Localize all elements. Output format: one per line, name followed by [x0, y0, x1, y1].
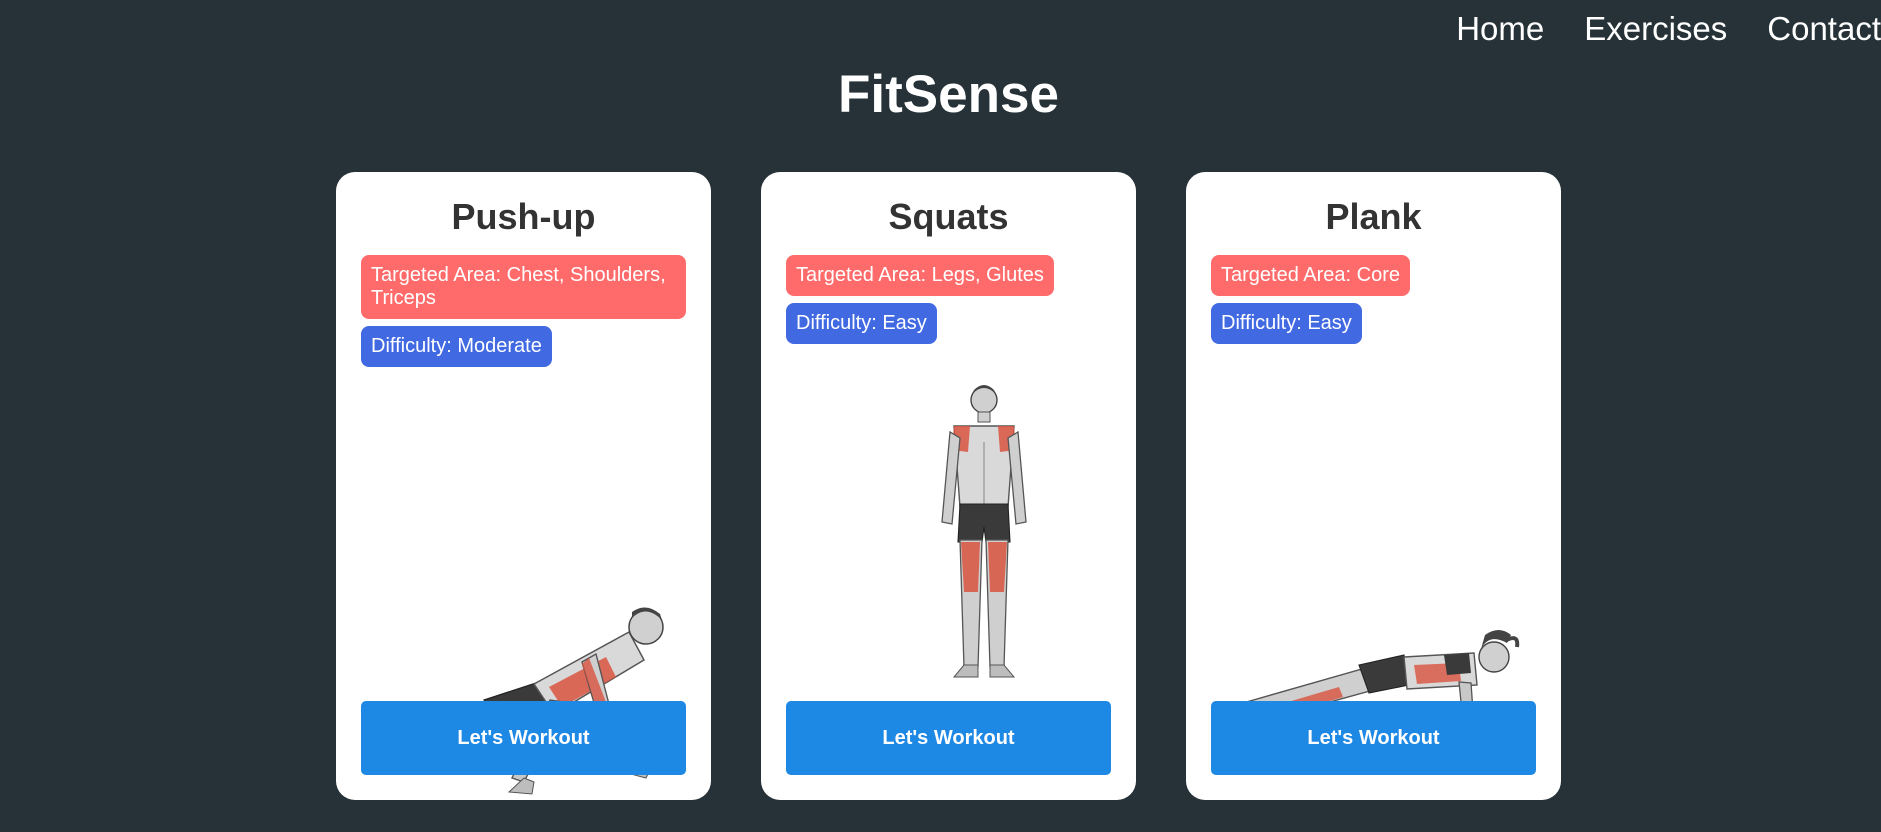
card-title: Plank	[1325, 196, 1422, 237]
difficulty-badge: Difficulty: Moderate	[361, 326, 552, 367]
card-tags: Targeted Area: Legs, Glutes Difficulty: …	[786, 255, 1111, 344]
standing-figure-icon	[940, 385, 1027, 678]
exercise-card-squats: Squats Targeted Area: Legs, Glutes Diffi…	[761, 172, 1136, 800]
card-title: Push-up	[451, 196, 596, 237]
card-tags: Targeted Area: Core Difficulty: Easy	[1211, 255, 1536, 344]
page-title: FitSense	[838, 65, 1059, 124]
targeted-area-badge: Targeted Area: Legs, Glutes	[786, 255, 1054, 296]
exercise-card-plank: Plank Targeted Area: Core Difficulty: Ea…	[1186, 172, 1561, 800]
targeted-area-badge: Targeted Area: Chest, Shoulders, Triceps	[361, 255, 686, 319]
difficulty-badge: Difficulty: Easy	[1211, 303, 1362, 344]
difficulty-badge: Difficulty: Easy	[786, 303, 937, 344]
squats-illustration	[831, 382, 1136, 682]
exercise-cards: Push-up Targeted Area: Chest, Shoulders,…	[336, 172, 1561, 800]
lets-workout-button[interactable]: Let's Workout	[361, 701, 686, 775]
top-nav: Home Exercises Contact	[1456, 10, 1881, 48]
lets-workout-button[interactable]: Let's Workout	[1211, 701, 1536, 775]
targeted-area-badge: Targeted Area: Core	[1211, 255, 1410, 296]
lets-workout-button[interactable]: Let's Workout	[786, 701, 1111, 775]
exercise-card-push-up: Push-up Targeted Area: Chest, Shoulders,…	[336, 172, 711, 800]
nav-link-contact[interactable]: Contact	[1767, 10, 1881, 48]
nav-link-home[interactable]: Home	[1456, 10, 1544, 48]
nav-link-exercises[interactable]: Exercises	[1584, 10, 1727, 48]
card-title: Squats	[888, 196, 1009, 237]
card-tags: Targeted Area: Chest, Shoulders, Triceps…	[361, 255, 686, 367]
